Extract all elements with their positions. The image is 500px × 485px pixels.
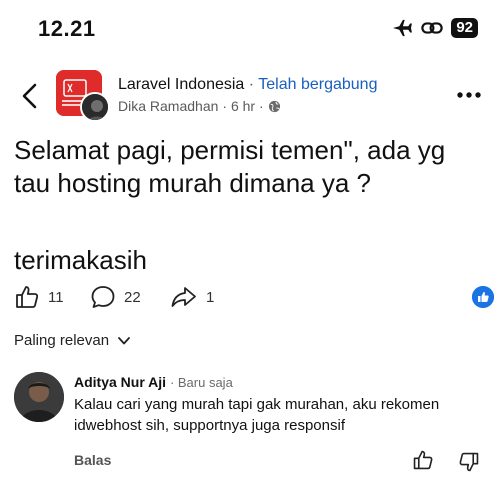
commenter-name[interactable]: Aditya Nur Aji — [74, 374, 166, 390]
commenter-avatar[interactable] — [14, 372, 64, 422]
share-icon — [171, 287, 196, 307]
comment-dislike-icon[interactable] — [458, 451, 480, 473]
comment-icon — [91, 286, 115, 308]
joined-status[interactable]: Telah bergabung — [258, 76, 377, 93]
status-bar: 12.21 92 — [0, 0, 500, 60]
like-icon — [16, 286, 39, 308]
separator: · — [248, 76, 255, 93]
airplane-icon — [393, 19, 413, 37]
post-thanks: terimakasih — [14, 245, 147, 275]
chevron-down-icon — [118, 336, 130, 344]
comment-button[interactable]: 22 — [90, 284, 141, 310]
like-count: 11 — [48, 288, 64, 306]
author-name[interactable]: Dika Ramadhan — [118, 98, 218, 114]
comment-text: Kalau cari yang murah tapi gak murahan, … — [74, 396, 440, 434]
group-line: Laravel Indonesia · Telah bergabung — [118, 76, 377, 94]
comment-header: Aditya Nur Aji · Baru saja — [74, 374, 233, 390]
globe-icon — [268, 100, 280, 112]
battery-icon: 92 — [451, 18, 478, 38]
status-time: 12.21 — [38, 16, 96, 41]
comment-count: 22 — [124, 288, 141, 306]
status-icons: 92 — [391, 18, 478, 38]
post-text: Selamat pagi, permisi temen", ada yg tau… — [14, 135, 446, 198]
author-line: Dika Ramadhan · 6 hr · — [118, 98, 281, 114]
like-reaction-icon[interactable] — [472, 286, 494, 308]
comment-time: · Baru saja — [169, 375, 233, 390]
reply-button[interactable]: Balas — [74, 452, 111, 468]
share-button[interactable]: 1 — [170, 284, 214, 310]
like-reaction-glyph — [472, 286, 494, 308]
author-avatar[interactable] — [80, 92, 110, 122]
person-icon — [82, 94, 108, 120]
group-name[interactable]: Laravel Indonesia — [118, 76, 244, 93]
more-icon[interactable] — [456, 90, 482, 100]
comment-sort-dropdown[interactable]: Paling relevan — [14, 332, 131, 349]
sort-label: Paling relevan — [14, 332, 110, 349]
back-icon[interactable] — [18, 82, 42, 110]
comment-like-icon[interactable] — [412, 449, 434, 471]
like-button[interactable]: 11 — [14, 284, 64, 310]
link-icon — [421, 22, 444, 34]
post-time: · 6 hr · — [222, 98, 264, 114]
share-count: 1 — [206, 288, 215, 306]
post-header: Laravel Indonesia · Telah bergabung Dika… — [0, 64, 500, 124]
post-actions: 11 22 1 — [14, 284, 494, 314]
person-icon — [14, 372, 64, 422]
